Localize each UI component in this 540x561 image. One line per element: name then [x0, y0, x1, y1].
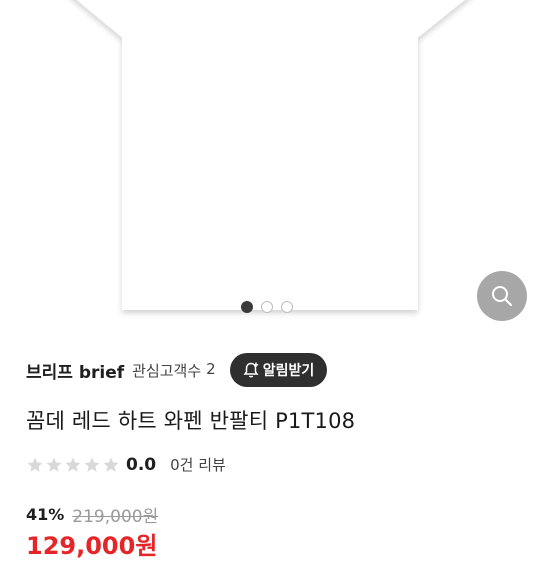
star-icon	[65, 457, 81, 472]
carousel-indicator	[241, 301, 293, 313]
notify-button-label: 알림받기	[262, 363, 315, 379]
star-icon	[27, 457, 43, 472]
sale-price: 129,000원	[26, 532, 158, 560]
notify-button[interactable]: 알림받기	[229, 353, 328, 387]
zoom-button[interactable]	[477, 271, 527, 321]
followers-count: 2	[206, 359, 216, 378]
rating-row[interactable]: 0.0 0건 리뷰	[26, 454, 226, 475]
product-image[interactable]	[0, 0, 540, 330]
star-icon	[103, 457, 119, 472]
star-icon	[84, 457, 100, 472]
carousel-dot[interactable]	[241, 301, 253, 313]
search-icon	[492, 286, 513, 307]
bell-plus-icon	[243, 362, 259, 378]
product-title: 꼼데 레드 하트 와펜 반팔티 P1T108	[26, 409, 356, 433]
seller-row: 브리프 brief 관심고객수 2 알림받기	[26, 352, 328, 388]
carousel-dot[interactable]	[281, 301, 293, 313]
original-price: 219,000원	[72, 507, 159, 527]
star-rating	[26, 456, 120, 474]
seller-name[interactable]: 브리프 brief	[26, 358, 124, 383]
product-image-gallery[interactable]	[0, 0, 540, 330]
discount-rate: 41%	[26, 505, 65, 524]
followers-label: 관심고객수	[132, 361, 202, 380]
follower-count: 관심고객수 2	[132, 360, 216, 381]
rating-value: 0.0	[126, 454, 157, 475]
review-count[interactable]: 0건 리뷰	[170, 454, 226, 475]
price-row: 41% 219,000원	[26, 502, 158, 527]
star-icon	[46, 457, 62, 472]
carousel-dot[interactable]	[261, 301, 273, 313]
